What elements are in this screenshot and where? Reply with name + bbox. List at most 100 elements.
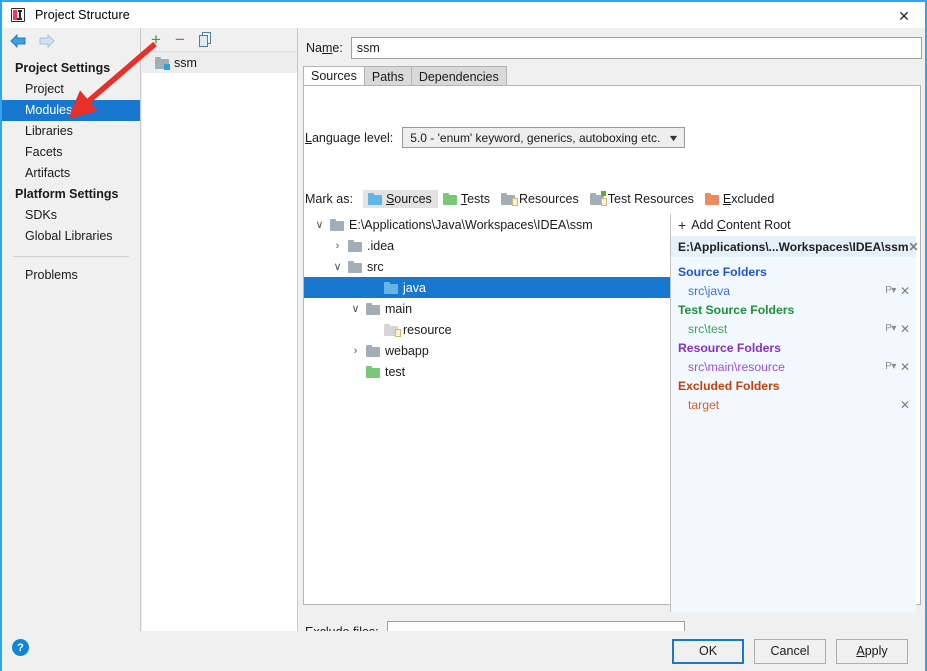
mark-as-excluded-button[interactable]: Excluded (700, 190, 780, 208)
add-module-button[interactable]: + (151, 31, 161, 48)
name-label: Name: (306, 41, 343, 55)
sidebar-item-artifacts[interactable]: Artifacts (2, 163, 140, 184)
module-name-input[interactable] (350, 37, 922, 59)
content-root-folder-row[interactable]: target ✕ (671, 395, 916, 414)
mark-as-tests-button[interactable]: Tests (438, 190, 496, 208)
sidebar-group-title: Project Settings (15, 61, 111, 75)
content-root-folder-actions: ✕ (900, 398, 910, 412)
cancel-button[interactable]: Cancel (754, 638, 826, 664)
tree-node[interactable]: ∨ E:\Applications\Java\Workspaces\IDEA\ss… (309, 214, 677, 235)
module-list-item[interactable]: ssm (142, 52, 297, 73)
tree-node[interactable]: ›resource (309, 319, 677, 340)
tree-node-label: java (403, 280, 426, 295)
tree-expand-icon[interactable]: › (350, 345, 361, 357)
module-folder-icon (155, 56, 170, 70)
project-structure-dialog: Project Structure ✕ Project Settings Proj… (0, 0, 927, 671)
package-prefix-icon[interactable]: P▾ (885, 285, 896, 296)
module-editor-panel: Name: SourcesPathsDependencies Language … (299, 28, 925, 671)
settings-sidebar: Project Settings Project Modules Libraries F… (2, 28, 141, 631)
content-root-folder-row[interactable]: src\java P▾ ✕ (671, 281, 916, 300)
sidebar-item-modules[interactable]: Modules (2, 100, 140, 121)
ok-button[interactable]: OK (672, 638, 744, 664)
sidebar-item-global-libraries[interactable]: Global Libraries (2, 226, 140, 247)
tree-node-label: main (385, 301, 413, 316)
folder-icon (589, 191, 607, 206)
copy-module-icon[interactable] (198, 32, 212, 47)
content-root-folder-label: target (688, 397, 720, 412)
mark-as-row: Mark as: Sources Tests Resources Test Resou… (305, 190, 780, 208)
tree-node[interactable]: ›test (309, 361, 677, 382)
arrow-back-icon[interactable] (10, 34, 27, 48)
content-root-folder-row[interactable]: src\test P▾ ✕ (671, 319, 916, 338)
mark-as-resources-button[interactable]: Resources (496, 190, 585, 208)
package-prefix-icon[interactable]: P▾ (885, 323, 896, 334)
tree-node[interactable]: ∨ src (309, 256, 677, 277)
mark-as-label-text: Resources (519, 192, 579, 206)
intellij-idea-icon (10, 7, 26, 23)
tree-folder-icon (366, 302, 380, 315)
language-level-select[interactable]: 5.0 - 'enum' keyword, generics, autoboxi… (402, 127, 686, 148)
remove-content-root-icon[interactable]: ✕ (909, 240, 919, 254)
sidebar-item-problems[interactable]: Problems (2, 265, 140, 286)
sidebar-item-libraries[interactable]: Libraries (2, 121, 140, 142)
content-root-group-title: Source Folders (678, 265, 767, 279)
mark-as-label-text: Test Resources (607, 192, 694, 206)
module-tabs: Sources Paths Dependencies (303, 65, 507, 86)
add-content-root-button[interactable]: + Add Content Root (671, 214, 916, 236)
folder-icon (367, 193, 382, 205)
tree-node-label: .idea (367, 238, 395, 253)
remove-folder-icon[interactable]: ✕ (900, 284, 910, 298)
tree-node-label: webapp (385, 343, 429, 358)
tab-sources[interactable]: Sources (303, 66, 365, 86)
tree-expand-icon[interactable]: ∨ (350, 302, 361, 315)
sidebar-item-sdks[interactable]: SDKs (2, 205, 140, 226)
tree-node[interactable]: ›java (304, 277, 674, 298)
mark-as-test-resources-button[interactable]: Test Resources (585, 190, 700, 208)
folder-icon (501, 193, 518, 206)
mark-as-sources-button[interactable]: Sources (362, 190, 438, 208)
content-root-folder-label: src\test (688, 321, 728, 336)
tree-folder-icon (348, 260, 362, 273)
close-icon[interactable]: ✕ (891, 6, 917, 26)
sidebar-divider (13, 256, 129, 257)
help-icon[interactable]: ? (12, 639, 29, 656)
content-root-folder-actions: P▾ ✕ (885, 322, 910, 336)
tree-expand-icon[interactable]: › (332, 240, 343, 252)
language-level-row: Language level: 5.0 - 'enum' keyword, ge… (305, 127, 686, 148)
language-level-value: 5.0 - 'enum' keyword, generics, autoboxi… (410, 130, 661, 145)
tree-node[interactable]: ∨ main (309, 298, 677, 319)
modules-list: ssm (142, 52, 297, 73)
title-bar: Project Structure ✕ (2, 2, 925, 28)
dialog-buttons: OK Cancel Apply (299, 631, 925, 671)
remove-folder-icon[interactable]: ✕ (900, 398, 910, 412)
modules-list-panel: + − ssm (142, 28, 298, 631)
content-root-group-title: Resource Folders (678, 341, 781, 355)
tree-expand-icon[interactable]: ∨ (314, 218, 325, 231)
sidebar-item-facets[interactable]: Facets (2, 142, 140, 163)
remove-module-button[interactable]: − (175, 31, 185, 48)
content-roots-panel: + Add Content Root E:\Applications\...Wo… (670, 214, 919, 612)
package-prefix-icon[interactable]: P▾ (885, 361, 896, 372)
tab-paths[interactable]: Paths (363, 66, 412, 86)
mark-as-label: Mark as: (305, 192, 353, 206)
modules-toolbar: + − (142, 28, 297, 52)
tree-node[interactable]: › .idea (309, 235, 677, 256)
remove-folder-icon[interactable]: ✕ (900, 322, 910, 336)
content-root-folder-row[interactable]: src\main\resource P▾ ✕ (671, 357, 916, 376)
sidebar-item-project[interactable]: Project (2, 79, 140, 100)
tree-folder-icon (384, 323, 401, 337)
tab-dependencies[interactable]: Dependencies (410, 66, 507, 86)
window-title: Project Structure (35, 8, 130, 22)
content-root-group-title: Test Source Folders (678, 303, 795, 317)
tree-node[interactable]: › webapp (309, 340, 677, 361)
remove-folder-icon[interactable]: ✕ (900, 360, 910, 374)
folder-icon (704, 193, 719, 205)
sources-tab-panel: Language level: 5.0 - 'enum' keyword, ge… (303, 85, 921, 671)
tree-folder-icon (384, 281, 398, 294)
arrow-forward-icon[interactable] (38, 34, 55, 48)
chevron-down-icon: ▼ (667, 132, 681, 143)
apply-button[interactable]: Apply (836, 638, 908, 664)
module-name-row: Name: (299, 36, 925, 60)
language-level-label: Language level: (305, 130, 394, 145)
tree-expand-icon[interactable]: ∨ (332, 260, 343, 273)
